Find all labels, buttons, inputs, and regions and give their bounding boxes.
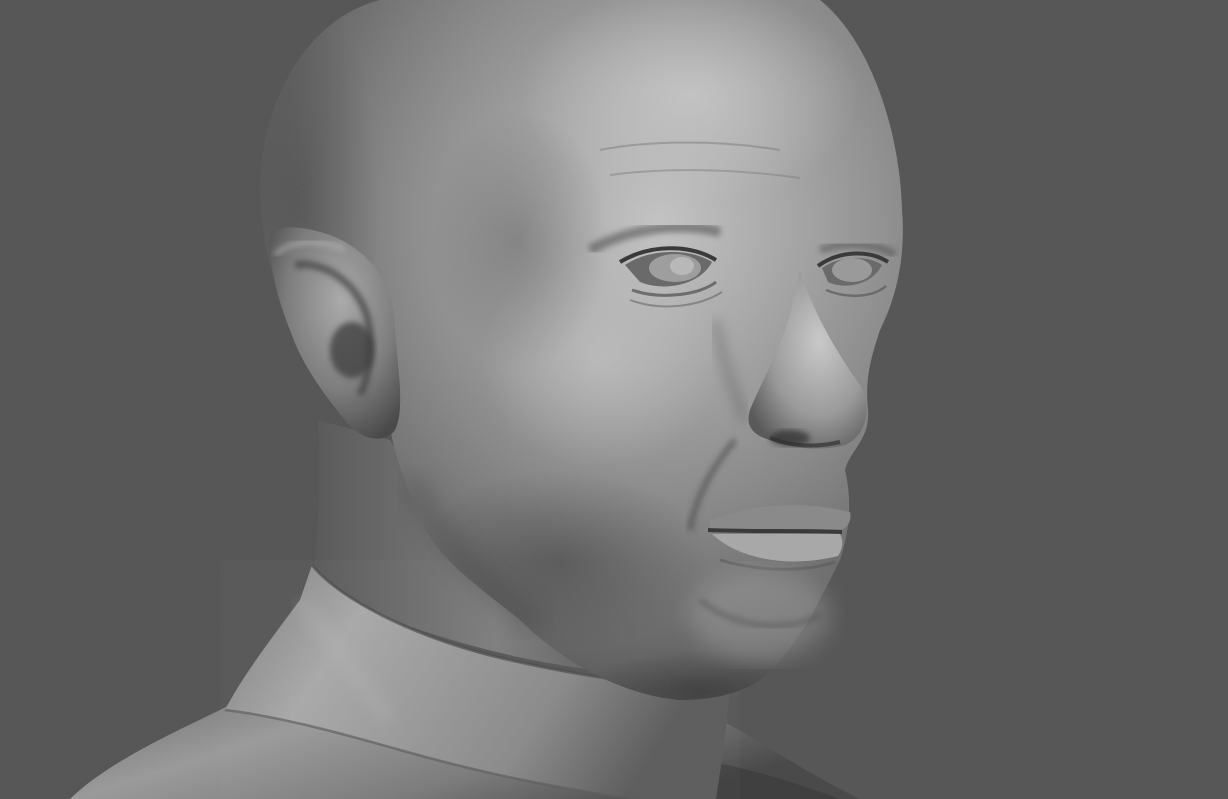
sculpt-viewport[interactable] (0, 0, 1228, 799)
chin (690, 570, 830, 660)
sculpt-render (0, 0, 1228, 799)
